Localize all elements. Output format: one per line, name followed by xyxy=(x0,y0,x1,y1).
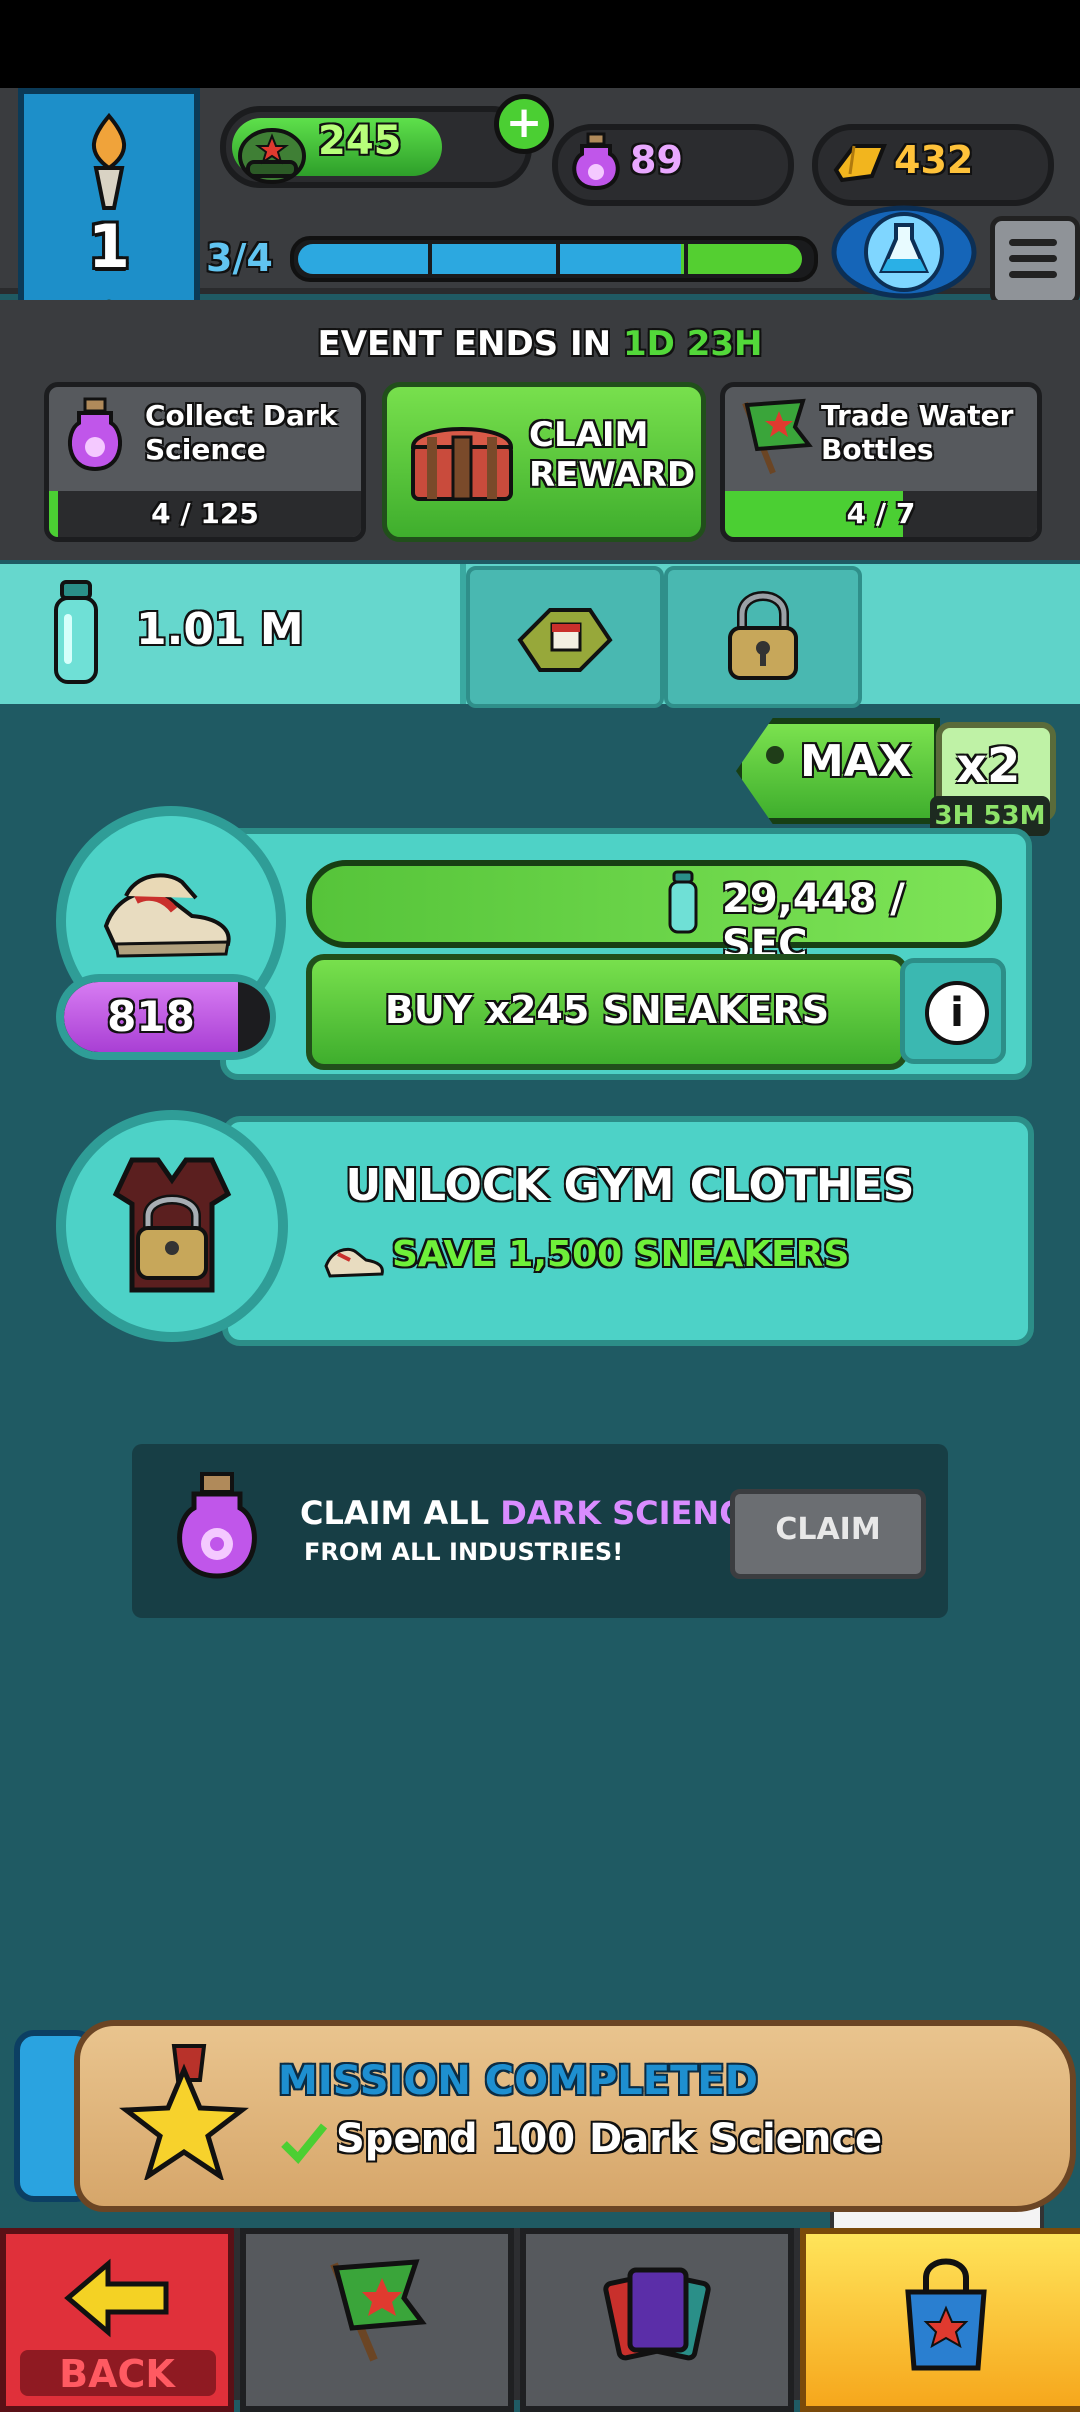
gold-counter[interactable]: 432 xyxy=(812,124,1054,206)
nav-shop[interactable] xyxy=(800,2228,1080,2412)
gold-bar-icon xyxy=(833,144,887,183)
unlock-card[interactable] xyxy=(222,1116,1034,1346)
stage-progress-fill xyxy=(298,244,803,274)
helmet-icon xyxy=(238,128,306,184)
claim-all-dark-science-panel: CLAIM ALL DARK SCIENCE FROM ALL INDUSTRI… xyxy=(132,1444,948,1618)
bottom-navigation: BACK xyxy=(0,2228,1080,2412)
potion-icon xyxy=(177,1472,257,1579)
water-bottle-icon xyxy=(668,870,698,934)
event-mission-progress: 4 / 7 xyxy=(725,491,1037,537)
machine-icon xyxy=(517,608,613,672)
flag-icon xyxy=(330,2259,427,2362)
boost-label: x2 xyxy=(956,738,1021,794)
cards-icon xyxy=(603,2267,711,2361)
potion-icon xyxy=(572,132,620,191)
event-panel: EVENT ENDS IN 1D 23H Collect Dark Scienc… xyxy=(0,300,1080,560)
potion-icon xyxy=(67,397,123,472)
chest-icon xyxy=(410,427,514,501)
stage-progress-bar xyxy=(290,236,818,282)
mission-completed-toast[interactable]: MISSION COMPLETED Spend 100 Dark Science xyxy=(14,2020,1076,2212)
dark-science-counter[interactable]: 89 xyxy=(552,124,794,206)
mission-detail: Spend 100 Dark Science xyxy=(336,2116,883,2162)
unlock-cost: SAVE 1,500 SNEAKERS xyxy=(392,1234,850,1275)
event-mission-water-bottles[interactable]: Trade Water Bottles 4 / 7 xyxy=(720,382,1042,542)
menu-button[interactable] xyxy=(990,216,1080,306)
event-ends-label: EVENT ENDS IN xyxy=(317,324,612,364)
water-bottle-icon xyxy=(54,580,98,684)
back-button[interactable]: BACK xyxy=(0,2228,234,2412)
event-mission-dark-science[interactable]: Collect Dark Science 4 / 125 xyxy=(44,382,366,542)
production-rate-bar: 29,448 / SEC xyxy=(306,860,1002,968)
flag-icon xyxy=(742,398,813,475)
add-energy-button[interactable]: + xyxy=(494,94,554,154)
level-banner[interactable]: 1 xyxy=(18,88,200,328)
owned-count: 818 xyxy=(107,992,195,1041)
info-icon: i xyxy=(925,981,989,1045)
energy-counter[interactable]: 245 xyxy=(220,106,532,188)
owned-count-pill: 818 xyxy=(64,982,270,1052)
claim-all-prefix: CLAIM ALL xyxy=(300,1494,490,1532)
nav-events[interactable] xyxy=(240,2228,514,2412)
unlock-title: UNLOCK GYM CLOTHES xyxy=(345,1160,915,1211)
star-trophy-icon xyxy=(119,2044,249,2180)
currency-amount: 1.01 M xyxy=(136,604,304,655)
buy-label: BUY x245 SNEAKERS xyxy=(384,988,830,1032)
dark-science-value: 89 xyxy=(630,138,683,182)
tab-currency[interactable]: 1.01 M xyxy=(0,564,466,704)
event-ends-days: 1D xyxy=(622,324,675,364)
claim-reward-button[interactable]: CLAIM REWARD xyxy=(382,382,706,542)
lab-flask-icon[interactable] xyxy=(830,203,978,301)
claim-all-subtitle: FROM ALL INDUSTRIES! xyxy=(304,1538,624,1566)
back-label: BACK xyxy=(59,2352,175,2396)
shopping-bag-icon xyxy=(905,2258,987,2371)
event-mission-progress: 4 / 125 xyxy=(49,491,361,537)
sneakers-icon xyxy=(324,1247,384,1278)
tab-locked[interactable] xyxy=(664,566,862,708)
buy-sneakers-button[interactable]: BUY x245 SNEAKERS xyxy=(306,954,908,1070)
locked-item-portrait xyxy=(56,1110,288,1342)
claim-reward-label: CLAIM REWARD xyxy=(529,415,696,495)
stage-progress-label: 3/4 xyxy=(206,236,273,280)
nav-cards[interactable] xyxy=(520,2228,794,2412)
status-bar xyxy=(0,0,1080,88)
event-mission-title: Collect Dark Science xyxy=(145,399,338,466)
level-number: 1 xyxy=(88,212,130,282)
back-arrow-icon xyxy=(64,2258,169,2338)
checkmark-icon xyxy=(281,2123,328,2164)
claim-all-highlight: DARK SCIENCE xyxy=(500,1494,765,1532)
tab-sneakers-machine[interactable] xyxy=(466,566,664,708)
event-mission-title: Trade Water Bottles xyxy=(821,399,1014,466)
sneakers-icon xyxy=(103,873,231,958)
claim-button[interactable]: CLAIM xyxy=(730,1489,926,1579)
energy-value: 245 xyxy=(318,118,402,164)
mission-completed-title: MISSION COMPLETED xyxy=(278,2058,758,2104)
max-label: MAX xyxy=(800,736,912,787)
locked-gym-clothes-icon xyxy=(112,1157,232,1293)
event-ends-hours: 23H xyxy=(686,324,763,364)
gold-value: 432 xyxy=(894,138,974,182)
torch-icon xyxy=(91,112,127,210)
info-button[interactable]: i xyxy=(900,958,1006,1064)
lock-icon xyxy=(728,591,798,680)
